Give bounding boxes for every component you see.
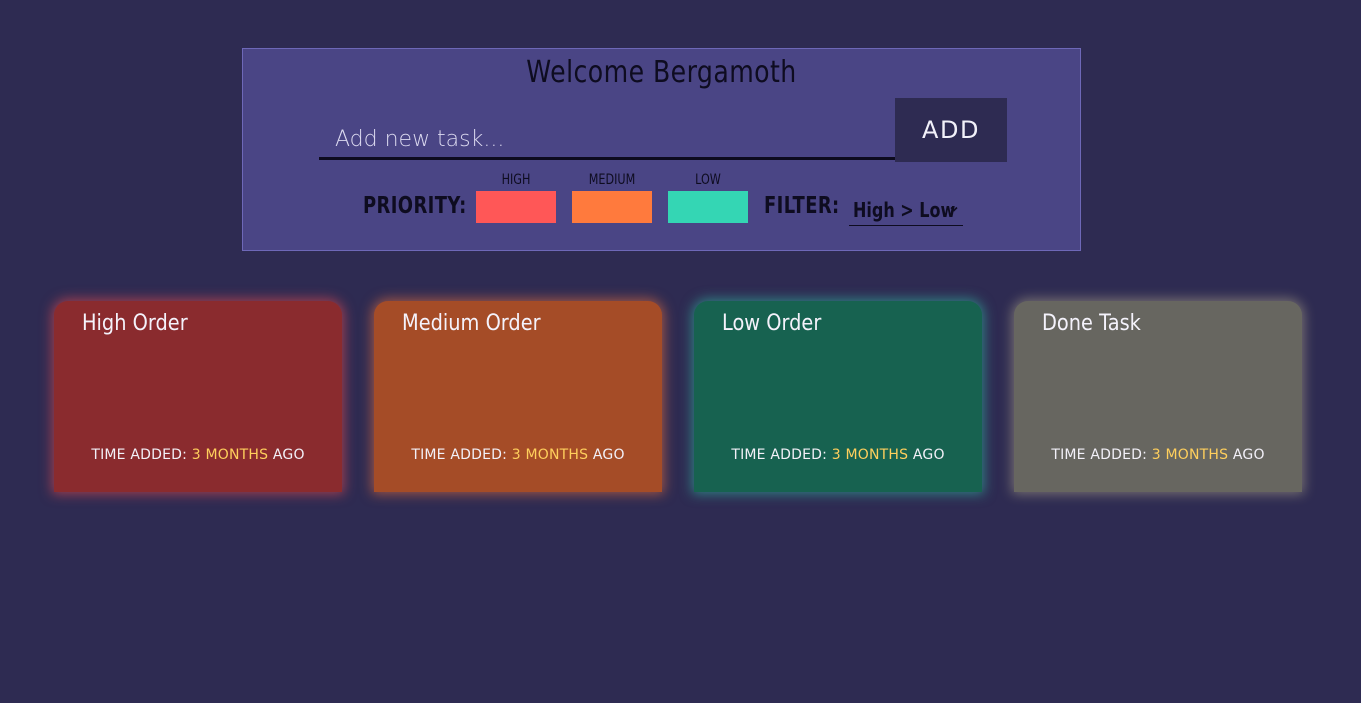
task-card-title: Low Order: [722, 311, 822, 336]
task-card-time: TIME ADDED: 3 MONTHS AGO: [374, 447, 662, 463]
priority-option-high: HIGH: [476, 171, 556, 223]
time-added-prefix: TIME ADDED:: [91, 447, 188, 463]
time-added-value: 3 MONTHS: [1151, 447, 1229, 463]
task-card-medium[interactable]: Medium Order TIME ADDED: 3 MONTHS AGO: [374, 301, 662, 492]
time-added-prefix: TIME ADDED:: [1051, 447, 1148, 463]
priority-low-caption: LOW: [695, 172, 721, 188]
task-card-low[interactable]: Low Order TIME ADDED: 3 MONTHS AGO: [694, 301, 982, 492]
time-added-suffix: AGO: [592, 447, 625, 463]
task-card-time: TIME ADDED: 3 MONTHS AGO: [1014, 447, 1302, 463]
filter-select[interactable]: High > Low: [849, 195, 963, 226]
task-card-time: TIME ADDED: 3 MONTHS AGO: [54, 447, 342, 463]
welcome-heading: Welcome Bergamoth: [526, 55, 797, 90]
task-entry-panel: Welcome Bergamoth ADD PRIORITY: HIGH MED…: [242, 48, 1081, 251]
time-added-value: 3 MONTHS: [831, 447, 909, 463]
priority-low-swatch[interactable]: [668, 191, 748, 223]
task-card-time: TIME ADDED: 3 MONTHS AGO: [694, 447, 982, 463]
time-added-suffix: AGO: [912, 447, 945, 463]
task-card-high[interactable]: High Order TIME ADDED: 3 MONTHS AGO: [54, 301, 342, 492]
time-added-prefix: TIME ADDED:: [731, 447, 828, 463]
task-card-title: Medium Order: [402, 311, 541, 336]
time-added-value: 3 MONTHS: [191, 447, 269, 463]
filter-selected-value: High > Low: [853, 198, 956, 222]
new-task-input[interactable]: [319, 113, 895, 160]
chevron-down-icon: [950, 206, 958, 212]
task-card-title: High Order: [82, 311, 188, 336]
time-added-value: 3 MONTHS: [511, 447, 589, 463]
filter-label: FILTER:: [764, 193, 840, 219]
task-card-done[interactable]: Done Task TIME ADDED: 3 MONTHS AGO: [1014, 301, 1302, 492]
priority-option-medium: MEDIUM: [572, 171, 652, 223]
priority-option-low: LOW: [668, 171, 748, 223]
time-added-suffix: AGO: [272, 447, 305, 463]
time-added-prefix: TIME ADDED:: [411, 447, 508, 463]
add-task-button[interactable]: ADD: [895, 98, 1007, 162]
priority-high-swatch[interactable]: [476, 191, 556, 223]
time-added-suffix: AGO: [1232, 447, 1265, 463]
priority-medium-caption: MEDIUM: [588, 172, 636, 188]
priority-medium-swatch[interactable]: [572, 191, 652, 223]
task-card-title: Done Task: [1042, 311, 1141, 336]
priority-high-caption: HIGH: [501, 172, 531, 188]
priority-label: PRIORITY:: [363, 193, 467, 219]
